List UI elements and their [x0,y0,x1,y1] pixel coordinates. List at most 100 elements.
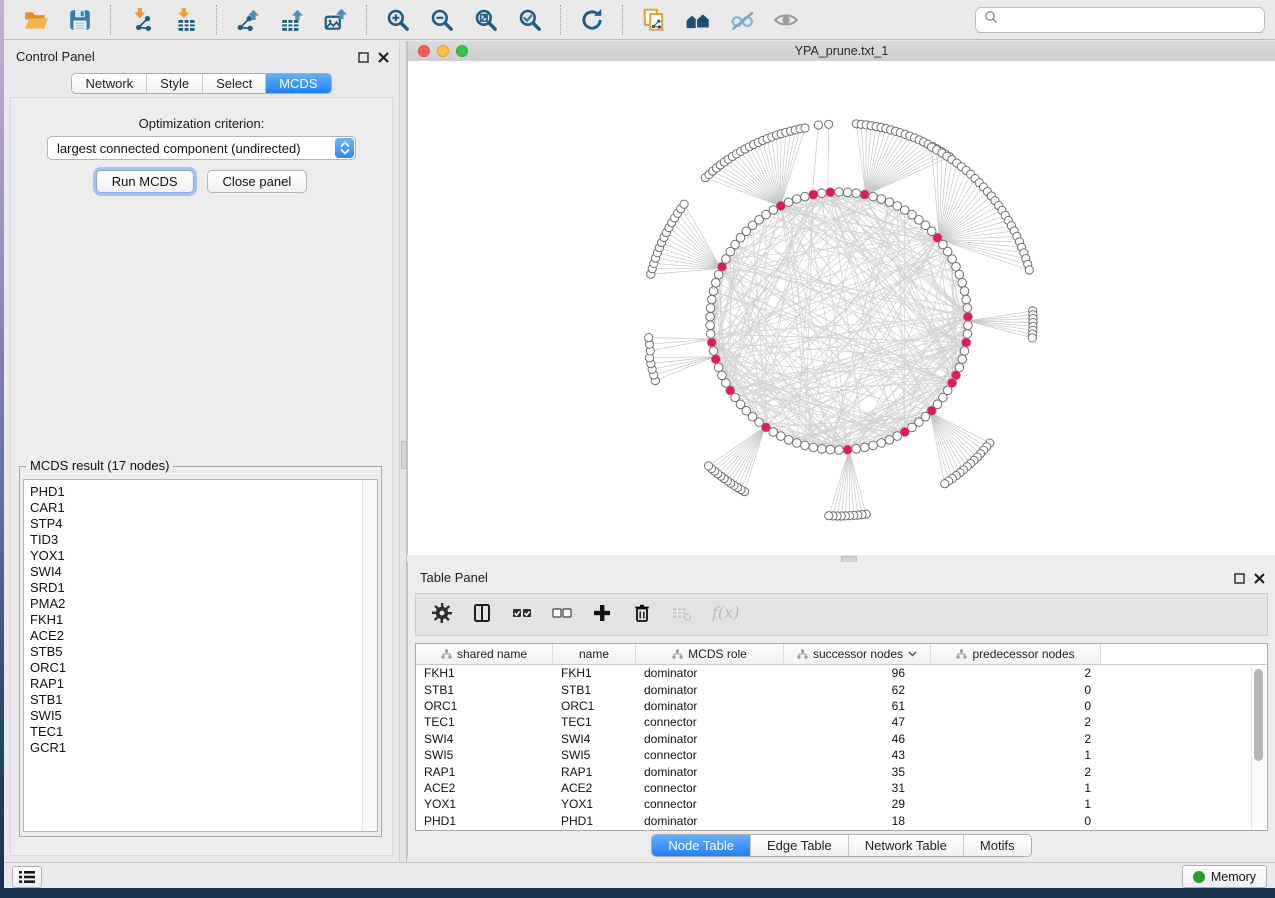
task-history-button[interactable] [12,866,42,888]
toolbar-separator [216,5,218,35]
mcds-result-item[interactable]: TEC1 [30,724,371,740]
status-bar: Memory [4,862,1275,888]
scrollbar-thumb[interactable] [1254,669,1263,761]
cell-successor-nodes: 62 [784,683,931,697]
criterion-select[interactable]: largest connected component (undirected) [47,136,356,160]
network-from-selection-button[interactable] [639,5,669,35]
network-title: YPA_prune.txt_1 [408,41,1275,61]
import-table-button[interactable] [171,5,201,35]
horizontal-splitter[interactable] [407,555,1275,562]
mcds-result-item[interactable]: ACE2 [30,628,371,644]
open-file-button[interactable] [21,5,51,35]
float-panel-icon[interactable] [1234,571,1245,589]
network-graph[interactable] [408,61,1275,555]
cell-successor-nodes: 46 [784,732,931,746]
export-table-button[interactable] [277,5,307,35]
table-row[interactable]: SWI5SWI5connector431 [416,747,1267,763]
delete-columns-button[interactable] [630,603,654,627]
search-input[interactable] [1004,11,1256,28]
table-row[interactable]: TEC1TEC1connector472 [416,714,1267,730]
vertical-splitter[interactable] [399,41,407,862]
tab-mcds[interactable]: MCDS [265,74,330,93]
close-panel-icon[interactable] [1254,571,1265,589]
export-network-button[interactable] [233,5,263,35]
table-row[interactable]: SWI4SWI4dominator462 [416,731,1267,747]
first-neighbors-button[interactable] [683,5,713,35]
mcds-result-item[interactable]: STB5 [30,644,371,660]
tab-motifs[interactable]: Motifs [963,835,1031,856]
table-row[interactable]: FKH1FKH1dominator962 [416,665,1267,681]
zoom-out-icon [429,7,455,33]
mcds-result-item[interactable]: GCR1 [30,740,371,756]
main-toolbar [4,0,1275,40]
table-row[interactable]: STB1STB1dominator620 [416,681,1267,697]
mcds-result-item[interactable]: TID3 [30,532,371,548]
column-header-name[interactable]: name [553,644,636,664]
table-row[interactable]: YOX1YOX1connector291 [416,796,1267,812]
save-session-button[interactable] [65,5,95,35]
mcds-result-item[interactable]: STP4 [30,516,371,532]
zoom-selected-button[interactable] [515,5,545,35]
export-table-icon [279,7,305,33]
add-column-button[interactable] [590,603,614,627]
tab-network[interactable]: Network [72,74,146,93]
table-row[interactable]: ACE2ACE2connector311 [416,780,1267,796]
mcds-result-item[interactable]: STB1 [30,692,371,708]
mcds-result-item[interactable]: YOX1 [30,548,371,564]
cell-shared-name: YOX1 [416,797,553,811]
refresh-icon [579,7,605,33]
mcds-result-item[interactable]: SRD1 [30,580,371,596]
tab-node-table[interactable]: Node Table [652,835,750,856]
close-panel-button[interactable]: Close panel [207,170,308,193]
search-box[interactable] [975,7,1265,33]
mcds-result-item[interactable]: ORC1 [30,660,371,676]
tab-select[interactable]: Select [202,74,265,93]
cell-successor-nodes: 61 [784,699,931,713]
mcds-panel: Optimization criterion: largest connecte… [10,97,393,856]
column-header-predecessor-nodes[interactable]: predecessor nodes [931,644,1101,664]
select-all-button[interactable] [510,603,534,627]
minimize-window-icon[interactable] [437,45,449,57]
tab-edge-table[interactable]: Edge Table [750,835,848,856]
column-header-MCDS-role[interactable]: MCDS role [636,644,784,664]
cell-predecessor-nodes: 1 [931,781,1101,795]
mcds-list-scrollbar[interactable] [362,480,377,831]
mcds-result-item[interactable]: FKH1 [30,612,371,628]
settings-gear-button[interactable] [430,603,454,627]
export-image-button[interactable] [321,5,351,35]
cell-successor-nodes: 96 [784,666,931,680]
run-mcds-button[interactable]: Run MCDS [96,170,194,193]
hide-selected-button[interactable] [727,5,757,35]
zoom-window-icon[interactable] [456,45,468,57]
column-header-shared-name[interactable]: shared name [416,644,553,664]
zoom-in-button[interactable] [383,5,413,35]
toolbar-separator [366,5,368,35]
tab-network-table[interactable]: Network Table [848,835,963,856]
mcds-result-item[interactable]: SWI5 [30,708,371,724]
column-header-successor-nodes[interactable]: successor nodes [784,644,931,664]
zoom-out-button[interactable] [427,5,457,35]
memory-button[interactable]: Memory [1182,865,1267,888]
close-panel-icon[interactable] [378,50,389,68]
table-row[interactable]: RAP1RAP1dominator352 [416,763,1267,779]
float-panel-icon[interactable] [358,50,369,68]
zoom-fit-button[interactable] [471,5,501,35]
table-row[interactable]: PHD1PHD1dominator180 [416,813,1267,829]
mcds-result-item[interactable]: CAR1 [30,500,371,516]
mcds-result-item[interactable]: PMA2 [30,596,371,612]
mcds-result-item[interactable]: SWI4 [30,564,371,580]
table-scrollbar[interactable] [1251,665,1266,829]
network-canvas[interactable] [408,61,1275,555]
close-window-icon[interactable] [418,45,430,57]
mcds-result-item[interactable]: PHD1 [30,484,371,500]
show-all-button[interactable] [771,5,801,35]
deselect-all-button[interactable] [550,603,574,627]
refresh-button[interactable] [577,5,607,35]
column-label: name [579,647,609,661]
import-network-button[interactable] [127,5,157,35]
mcds-result-item[interactable]: RAP1 [30,676,371,692]
mcds-result-list[interactable]: PHD1CAR1STP4TID3YOX1SWI4SRD1PMA2FKH1ACE2… [23,479,378,832]
column-layout-button[interactable] [470,603,494,627]
tab-style[interactable]: Style [146,74,202,93]
table-row[interactable]: ORC1ORC1dominator610 [416,698,1267,714]
